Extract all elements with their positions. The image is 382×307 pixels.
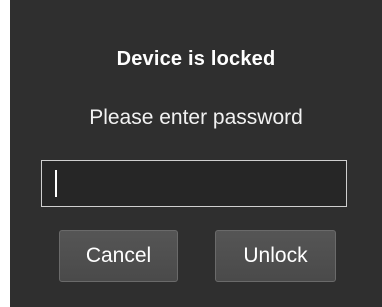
unlock-button[interactable]: Unlock <box>215 230 336 282</box>
cancel-button[interactable]: Cancel <box>59 230 178 282</box>
lock-dialog: Device is locked Please enter password C… <box>10 0 382 307</box>
text-cursor <box>55 170 57 197</box>
password-input[interactable] <box>41 160 347 207</box>
dialog-title: Device is locked <box>116 48 276 70</box>
password-prompt: Please enter password <box>89 106 303 129</box>
